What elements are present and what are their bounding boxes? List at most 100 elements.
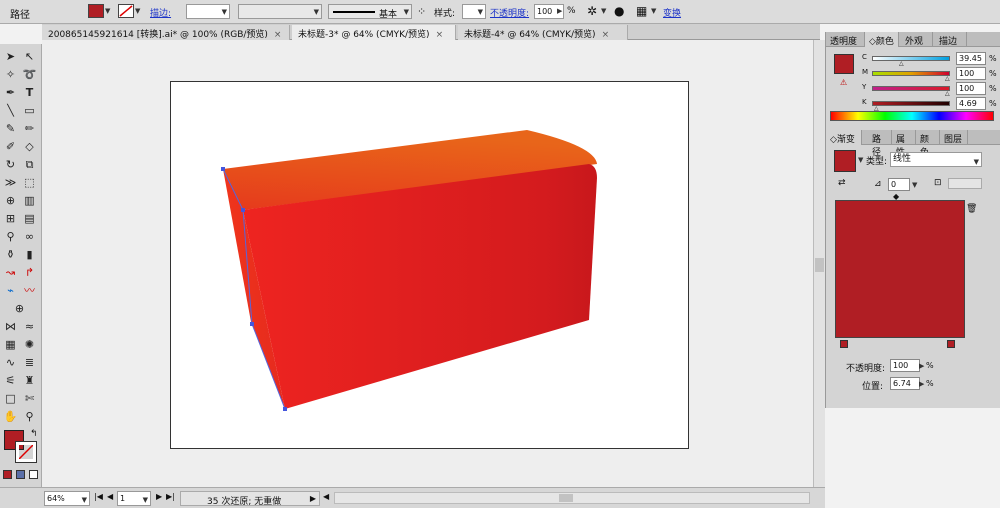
rotate-tool-icon[interactable]: ↻ [2,156,19,173]
stroke-dropdown-icon[interactable]: ▼ [135,7,140,15]
twirl-tool-icon[interactable]: ✺ [21,336,38,353]
align-icon[interactable]: ⁘ [417,5,426,18]
scroll-left-icon[interactable]: ◀ [323,492,329,501]
stroke-color-box[interactable] [15,441,37,463]
slice-tool-icon[interactable]: ⚟ [2,372,19,389]
stroke-link[interactable]: 描边: [150,6,171,19]
variable-width-field[interactable]: ▼ [238,4,322,19]
gradient-type-select[interactable]: 线性 ▼ [890,152,982,167]
vertical-scrollbar[interactable] [813,40,825,487]
tab-transparency[interactable]: 透明度 [826,32,865,47]
rectangle-tool-icon[interactable]: ▭ [21,102,38,119]
swap-colors-icon[interactable]: ↰ [30,429,38,439]
pencil-tool-icon[interactable]: ✏ [21,120,38,137]
isolate-icon[interactable]: ● [614,4,624,18]
artboard[interactable] [170,81,689,449]
next-artboard-icon[interactable]: ▶ [156,492,162,501]
eyedropper-tool-icon[interactable]: ⚲ [2,228,19,245]
channel-c-slider[interactable] [872,56,950,61]
channel-y-input[interactable]: 100 [956,82,986,95]
close-icon[interactable]: × [274,30,282,40]
crosshair-tool-icon[interactable]: ⊕ [11,300,28,317]
pen-tool-icon[interactable]: ✒ [2,84,19,101]
chevron-right-icon[interactable]: ▶ [919,380,924,388]
anchor-point[interactable] [241,208,245,212]
chevron-right-icon[interactable]: ▶ [919,362,924,370]
tab-color-2[interactable]: 颜色 [916,130,940,158]
channel-m-slider[interactable] [872,71,950,76]
tab-document-1[interactable]: 200865145921614 [转换].ai* @ 100% (RGB/预览)… [42,25,290,40]
previous-artboard-icon[interactable]: ◀ [107,492,113,501]
brush-profile-select[interactable]: 基本 ▼ [328,4,412,20]
anchor-point[interactable] [221,167,225,171]
channel-m-input[interactable]: 100 [956,67,986,80]
style-select[interactable]: ▼ [462,4,486,19]
channel-y-slider[interactable] [872,86,950,91]
symbol-sprayer-tool-icon[interactable]: ⚱ [2,246,19,263]
artboard-tool-icon[interactable]: □ [2,390,19,407]
stroke-weight-field[interactable]: ▼ [186,4,230,19]
channel-c-thumb[interactable]: △ [899,60,904,67]
grid-tool-icon[interactable]: ▦ [2,336,19,353]
gradient-preview-swatch[interactable] [834,150,856,172]
gradient-slider-bar[interactable] [835,200,965,338]
zoom-tool-icon[interactable]: ⚲ [21,408,38,425]
stroke-swatch[interactable] [118,4,134,18]
stop-location-input[interactable]: 6.74 [890,377,920,390]
delete-stop-icon[interactable]: 🗑 [966,204,977,214]
tab-gradient[interactable]: ◇渐变 [826,130,862,145]
last-artboard-icon[interactable]: ▶| [166,492,175,501]
bucket-tool-icon[interactable]: ♜ [21,372,38,389]
transform-link[interactable]: 变换 [663,6,681,19]
direct-selection-tool-icon[interactable]: ↖ [21,48,38,65]
close-icon[interactable]: × [602,30,610,40]
recolor-artwork-icon[interactable]: ✲ [587,4,597,18]
horizontal-scrollbar[interactable] [334,492,810,504]
fill-dropdown-icon[interactable]: ▼ [105,7,110,15]
tab-stroke[interactable]: 描边 [935,32,967,47]
hand-tool-icon[interactable]: ✋ [2,408,19,425]
tab-color[interactable]: ◇颜色 [865,32,899,47]
none-mode-icon[interactable] [29,470,38,479]
warp-tool-icon[interactable]: ≈ [21,318,38,335]
tab-document-3[interactable]: 未标题-4* @ 64% (CMYK/预览) × [458,25,628,40]
line-tool-icon[interactable]: ╲ [2,102,19,119]
blend-tool-icon[interactable]: ∞ [21,228,38,245]
type-tool-icon[interactable]: T [21,84,38,101]
tab-appearance[interactable]: 外观 [901,32,933,47]
blob-brush-tool-icon[interactable]: ✐ [2,138,19,155]
lasso-tool-icon[interactable]: ➰ [21,66,38,83]
transform-grid-icon[interactable]: ▦ [636,4,647,18]
tab-pathfinder[interactable]: 路径 [868,130,892,158]
eraser-tool-icon[interactable]: ◇ [21,138,38,155]
opacity-dropdown-icon[interactable]: ▶ [557,7,562,15]
scribble-tool-icon[interactable]: ∿ [2,354,19,371]
history-status[interactable]: 35 次还原; 无重做 ▶ [180,491,320,507]
opacity-link[interactable]: 不透明度: [490,6,529,19]
paintbrush-tool-icon[interactable]: ✎ [2,120,19,137]
out-of-gamut-icon[interactable]: ⚠ [840,78,847,87]
envelope-tool-icon[interactable]: ⋈ [2,318,19,335]
box-artwork[interactable] [171,82,690,450]
knife-tool-icon[interactable]: ✄ [21,390,38,407]
gradient-tool-icon[interactable]: ▤ [21,210,38,227]
curve-tool-icon[interactable]: ↝ [2,264,19,281]
first-artboard-icon[interactable]: |◀ [94,492,103,501]
fill-swatch[interactable] [88,4,104,18]
magic-wand-tool-icon[interactable]: ✧ [2,66,19,83]
channel-m-thumb[interactable]: △ [945,75,950,82]
free-transform-tool-icon[interactable]: ⬚ [21,174,38,191]
chevron-down-icon[interactable]: ▼ [858,156,863,164]
arc-tool-icon[interactable]: ↱ [21,264,38,281]
tab-attributes[interactable]: 属性 [892,130,916,158]
column-graph-tool-icon[interactable]: ▮ [21,246,38,263]
scale-tool-icon[interactable]: ⧉ [21,156,38,173]
perspective-grid-tool-icon[interactable]: ▥ [21,192,38,209]
chevron-down-icon[interactable]: ▼ [651,7,656,15]
angle-input[interactable]: 0 [888,178,910,191]
width-tool-icon[interactable]: ≫ [2,174,19,191]
color-fill-swatch[interactable] [834,54,854,74]
scrollbar-thumb[interactable] [559,494,573,502]
tab-layers[interactable]: 图层 [940,130,968,145]
list-tool-icon[interactable]: ≣ [21,354,38,371]
